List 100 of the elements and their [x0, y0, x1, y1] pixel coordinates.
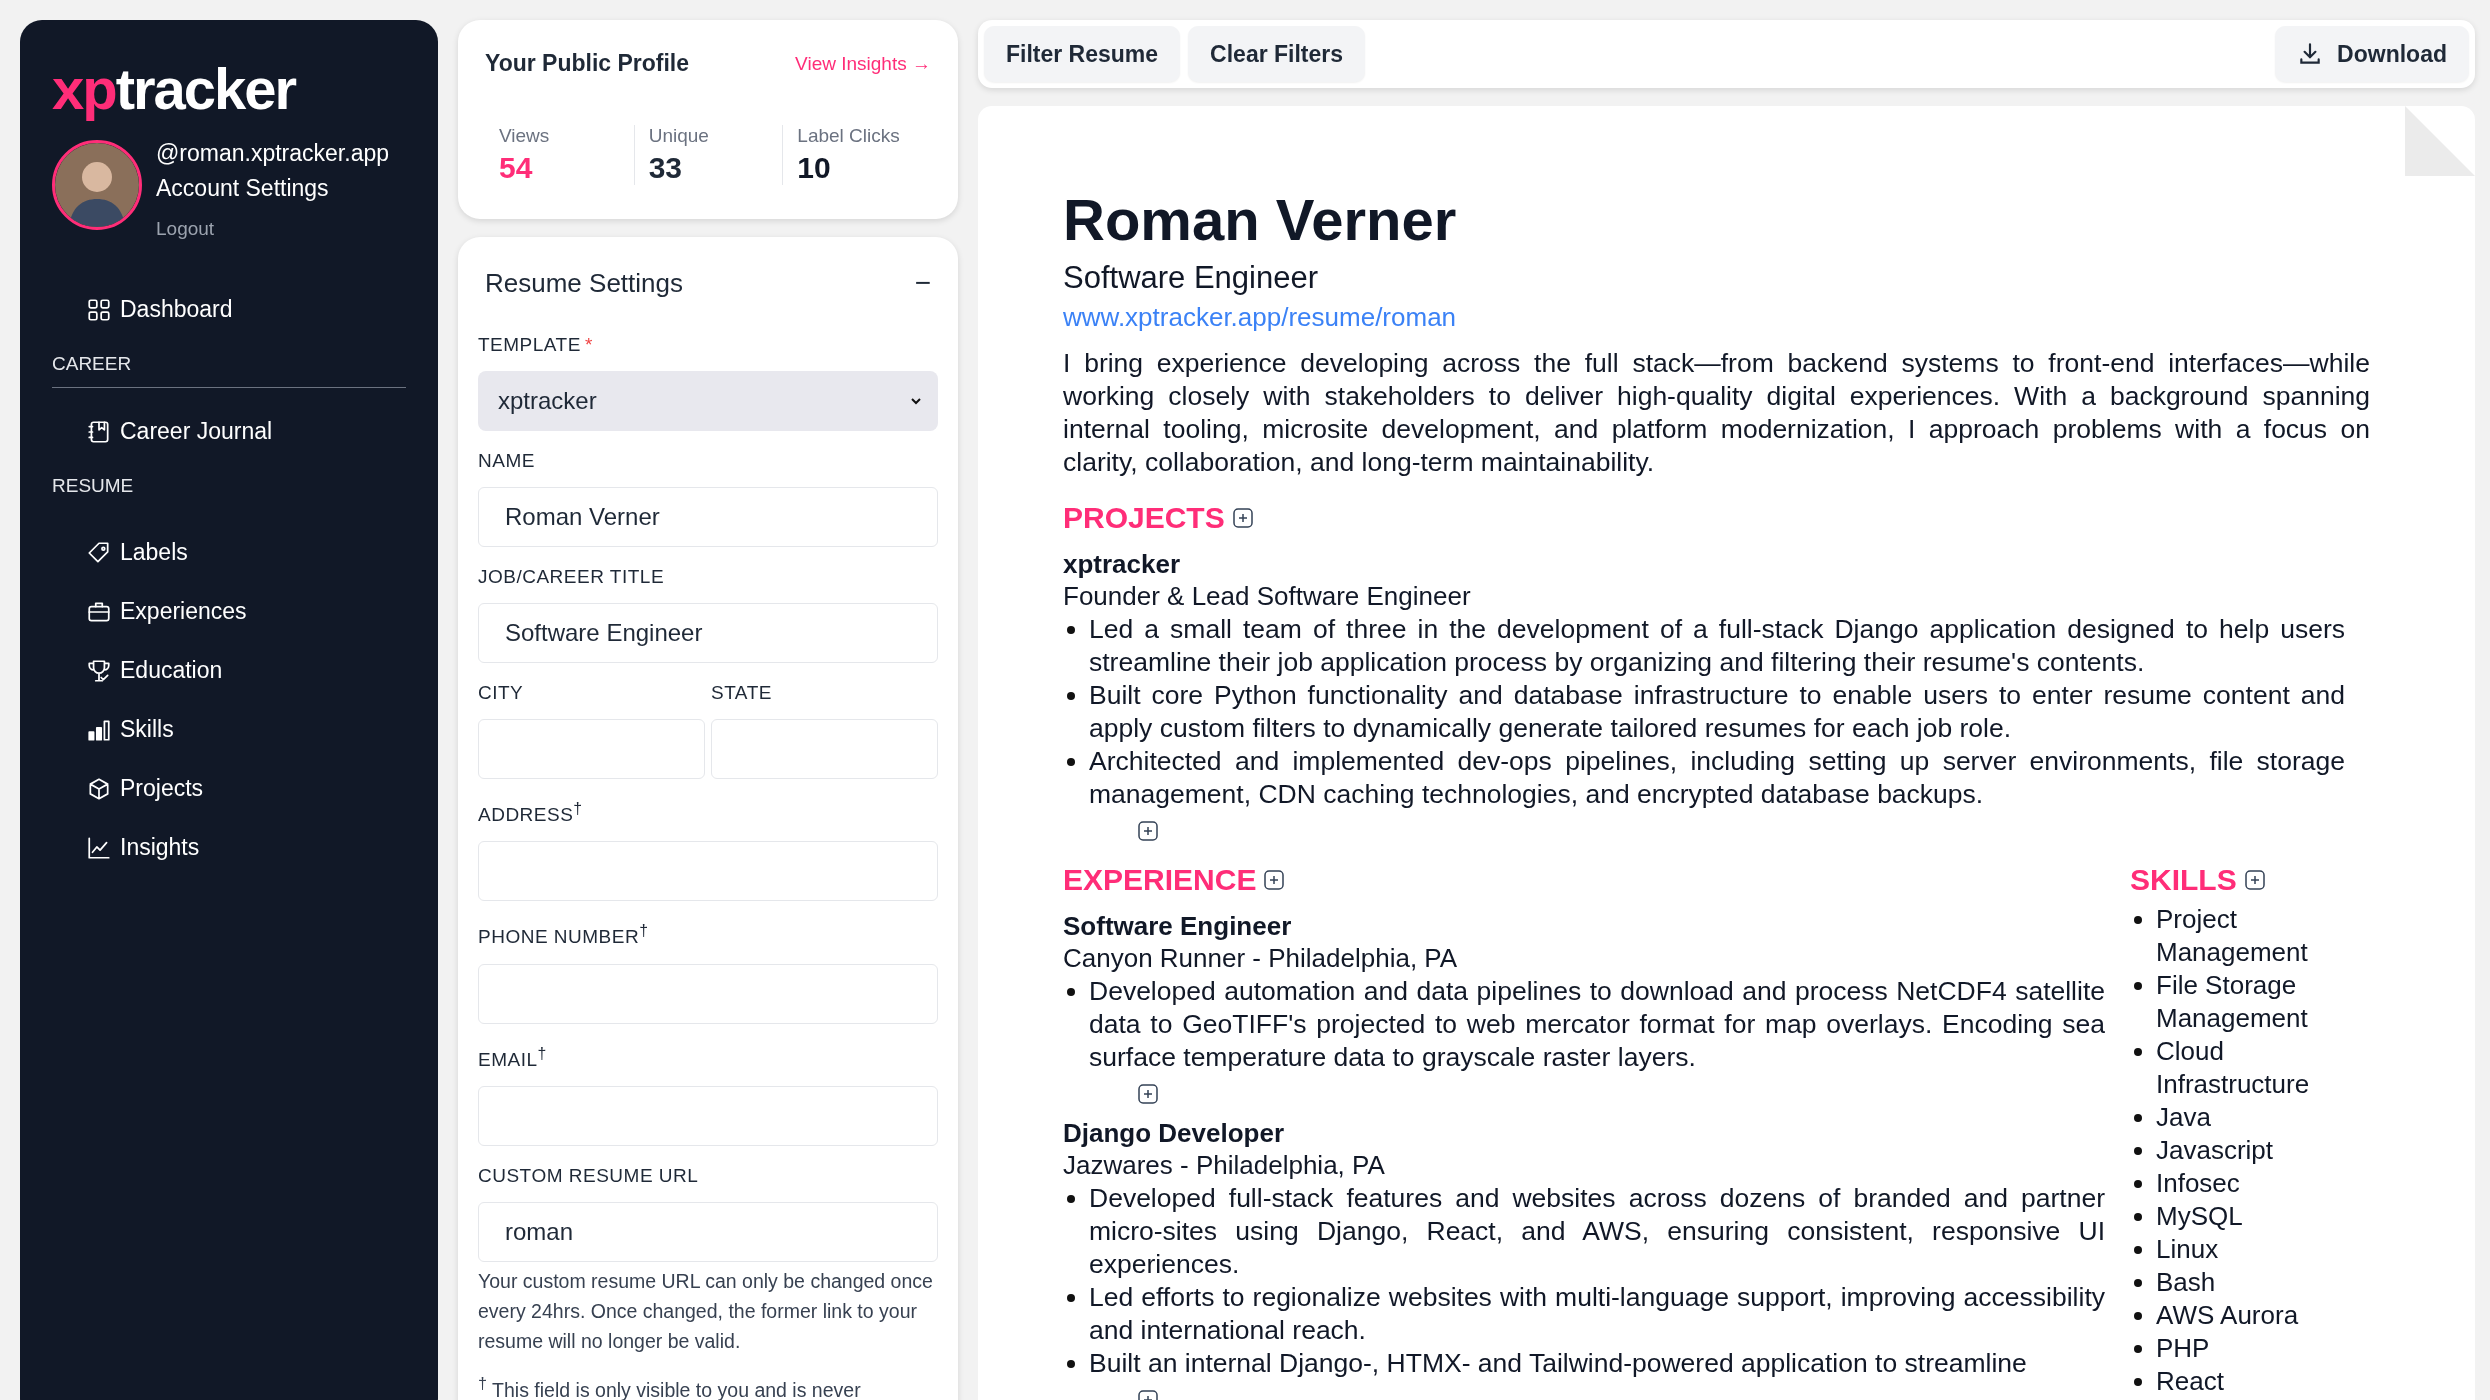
field-label: STATE: [711, 681, 773, 705]
section-heading: RESUME: [52, 474, 135, 498]
skill-item: React: [2156, 1364, 2224, 1398]
field-label: EMAIL$^{†}$: [478, 1043, 548, 1072]
card-title: Your Public Profile: [485, 50, 690, 77]
add-icon[interactable]: [1138, 1083, 1158, 1104]
bullet-icon: [2134, 1179, 2142, 1188]
input-field[interactable]: [711, 719, 938, 779]
summary-text: I bring experience developing across the full stack—from backend systems to front-end interfaces—while working closely with stakeholders to deliver high-quality digital experiences. With a background spanning internal tooling, microsite development, and platform modernization, I approach problems with a focus on clarity, collaboration, and long-term maintainability.: [1063, 346, 2370, 479]
bullet-icon: [1067, 1293, 1075, 1302]
bullet-icon: [2134, 1113, 2142, 1122]
skill-item: Java: [2156, 1100, 2211, 1134]
grid-icon: [86, 296, 112, 323]
bullet-icon: [2134, 1311, 2142, 1320]
input-field[interactable]: Roman Verner: [478, 487, 938, 547]
skill-item: PHP: [2156, 1331, 2210, 1365]
field-label: PHONE NUMBER$^{†}$: [478, 921, 650, 950]
skill-item: Javascript: [2156, 1133, 2274, 1167]
input-field[interactable]: Software Engineer: [478, 603, 938, 663]
skill-item: Project Management: [2156, 902, 2309, 969]
bullet-icon: [1067, 757, 1075, 766]
nav-item[interactable]: Labels: [120, 539, 188, 566]
entry-subtitle: Canyon Runner - Philadelphia, PA: [1063, 941, 1459, 975]
line-chart-icon: [86, 834, 112, 861]
notebook-icon: [86, 418, 112, 445]
toolbar-button[interactable]: Filter Resume: [984, 26, 1181, 82]
toolbar-button[interactable]: Clear Filters: [1188, 26, 1366, 82]
nav-item[interactable]: Career Journal: [120, 418, 273, 445]
help-text: Your custom resume URL can only be changed once every 24hrs. Once changed, the former link to your resume will no longer be valid.: [478, 1269, 934, 1354]
nav-item[interactable]: Dashboard: [120, 296, 233, 323]
bullet-text: Developed full-stack features and websites across dozens of branded and partner micro-sites using Django, React, and AWS, ensuring consistent, responsive UI experiences.: [1089, 1181, 2105, 1281]
field-label: ADDRESS$^{†}$: [478, 799, 584, 828]
input-field[interactable]: [478, 841, 938, 902]
logout-link[interactable]: Logout: [156, 218, 389, 240]
bullet-text: Architected and implemented dev-ops pipelines, including setting up server environments, file storage management, CDN caching technologies, and encrypted database backups.: [1089, 744, 2345, 811]
bullet-text: Built core Python functionality and database infrastructure to enable users to enter resume content and apply custom filters to dynamically generate tailored resumes for each job role.: [1089, 678, 2345, 745]
bullet-icon: [2134, 1212, 2142, 1221]
nav-item[interactable]: Experiences: [120, 598, 247, 625]
field-label: JOB/CAREER TITLE: [478, 565, 666, 589]
section-heading: SKILLS: [2130, 862, 2237, 897]
bullet-text: Led efforts to regionalize websites with multi-language support, improving accessibility and international reach.: [1089, 1280, 2105, 1347]
field-label: CUSTOM RESUME URL: [478, 1164, 700, 1188]
skill-item: Bash: [2156, 1265, 2216, 1299]
input-field[interactable]: [478, 719, 705, 779]
stat-label: Views: [499, 125, 551, 147]
template-select[interactable]: xptracker: [478, 371, 938, 431]
skill-item: AWS Aurora: [2156, 1298, 2299, 1332]
skill-item: Linux: [2156, 1232, 2219, 1266]
resume-title: Software Engineer: [1063, 259, 1320, 296]
field-label: TEMPLATE *: [478, 333, 594, 357]
collapse-button[interactable]: −: [914, 267, 931, 299]
section-heading: CAREER: [52, 339, 406, 388]
footnote: $^{†}$ This field is only visible to you and is never: [478, 1374, 862, 1400]
stat-value: 33: [648, 151, 684, 185]
skill-item: MySQL: [2156, 1199, 2243, 1233]
input-field[interactable]: roman: [478, 1202, 938, 1262]
username: @roman.xptracker.app: [156, 140, 389, 167]
entry-title: Software Engineer: [1063, 910, 1293, 942]
view-insights-link[interactable]: View Insights →: [795, 52, 931, 75]
stat-value: 10: [797, 151, 832, 185]
add-icon[interactable]: [1232, 507, 1253, 528]
resume-url-link[interactable]: www.xptracker.app/resume/roman: [1063, 301, 2370, 333]
input-field[interactable]: [478, 1086, 938, 1146]
stat-label: Label Clicks: [797, 125, 901, 147]
avatar[interactable]: [52, 140, 142, 230]
bullet-icon: [1067, 625, 1075, 634]
nav-item[interactable]: Projects: [120, 775, 204, 802]
bullet-text: Built an internal Django-, HTMX- and Tailwind-powered application to streamline: [1089, 1346, 2027, 1380]
bullet-icon: [1067, 1194, 1075, 1203]
trophy-icon: [86, 657, 112, 684]
bullet-icon: [1067, 987, 1075, 996]
bullet-text: Developed automation and data pipelines to download and process NetCDF4 satellite data to GeoTIFF's projected to web mercator format for map overlays. Encoding sea surface temperature data to grayscale raster layers.: [1089, 974, 2105, 1074]
stat-value: 54: [499, 151, 534, 185]
add-icon[interactable]: [2244, 869, 2265, 890]
account-settings-link[interactable]: Account Settings: [156, 175, 389, 202]
add-icon[interactable]: [1264, 869, 1285, 890]
bullet-icon: [2134, 1047, 2142, 1056]
bullet-icon: [2134, 1377, 2142, 1386]
entry-subtitle: Jazwares - Philadelphia, PA: [1063, 1148, 1386, 1182]
skill-item: Infosec: [2156, 1166, 2240, 1200]
nav-item[interactable]: Skills: [120, 716, 174, 743]
nav-item[interactable]: Insights: [120, 834, 200, 861]
entry-title: xptracker: [1063, 548, 1182, 580]
card-title: Resume Settings: [485, 267, 683, 299]
stat-label: Unique: [648, 125, 710, 147]
input-field[interactable]: [478, 963, 938, 1024]
skill-item: File Storage Management: [2156, 968, 2309, 1035]
bullet-text: Led a small team of three in the development of a full-stack Django application designed to help users streamline their job application process by organizing and filtering their resume's contents.: [1089, 612, 2345, 679]
bullet-icon: [2134, 1344, 2142, 1353]
field-label: CITY: [478, 681, 525, 705]
download-button[interactable]: Download: [2275, 26, 2469, 82]
entry-title: Django Developer: [1063, 1117, 1286, 1149]
bullet-icon: [2134, 1278, 2142, 1287]
bullet-icon: [1067, 1359, 1075, 1368]
section-heading: PROJECTS: [1063, 500, 1225, 535]
nav-item[interactable]: Education: [120, 657, 223, 684]
bullet-icon: [2134, 1146, 2142, 1155]
bullet-icon: [2134, 981, 2142, 990]
add-icon[interactable]: [1138, 820, 1158, 841]
section-heading: EXPERIENCE: [1063, 862, 1257, 897]
